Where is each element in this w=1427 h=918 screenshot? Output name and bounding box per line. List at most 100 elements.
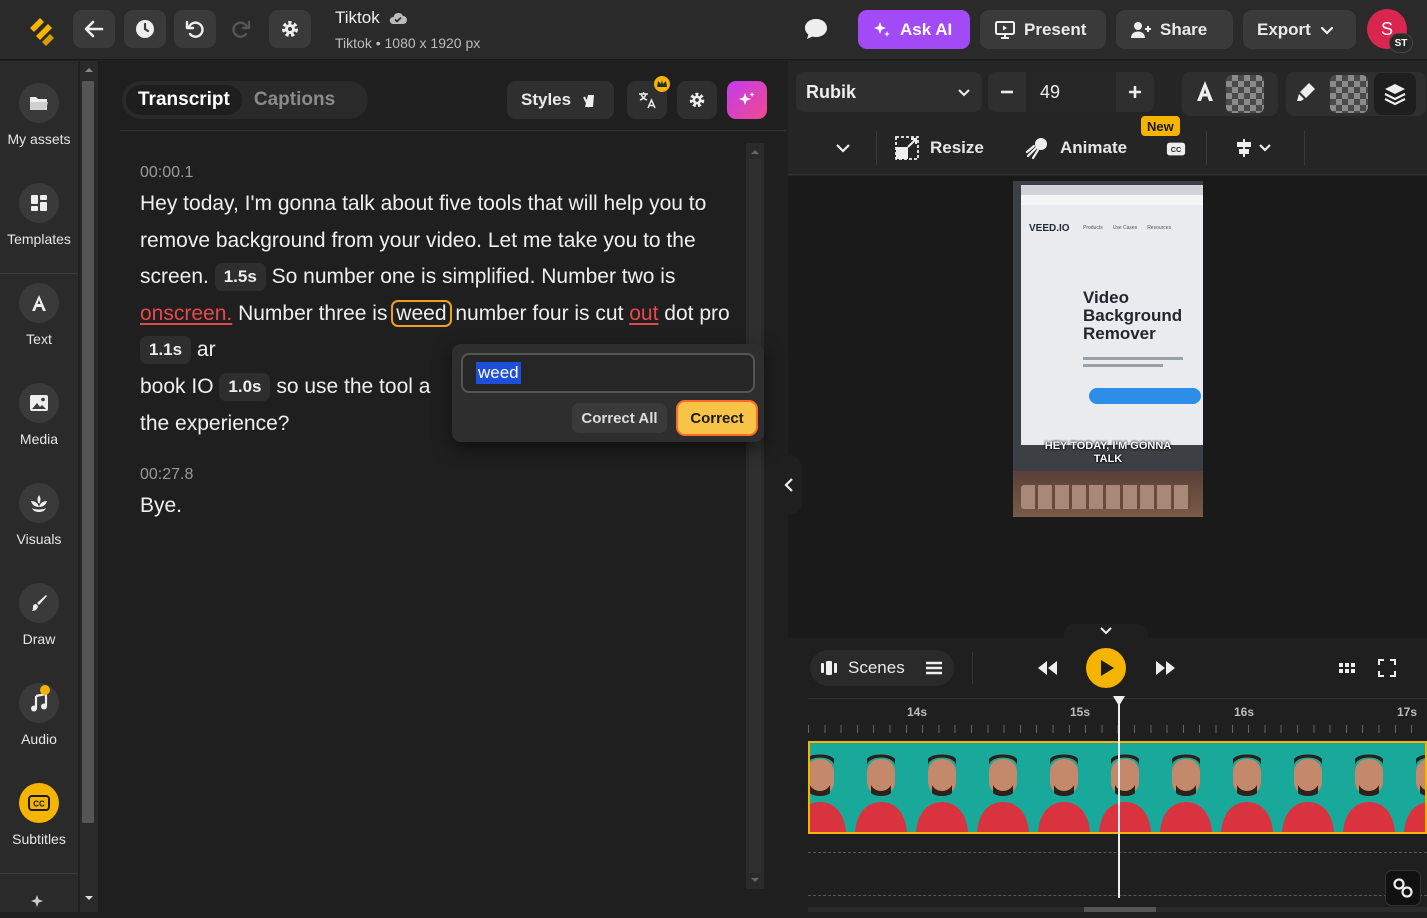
more-tools-icon[interactable]: [28, 891, 50, 918]
misspelled-word[interactable]: onscreen.: [140, 302, 232, 325]
chevron-down-icon: [1320, 26, 1333, 35]
top-bar: Tiktok Tiktok • 1080 x 1920 px Ask AI Pr…: [0, 0, 1427, 60]
present-button[interactable]: Present: [980, 10, 1106, 49]
collapse-panel-button[interactable]: [776, 455, 802, 515]
pause-badge[interactable]: 1.0s: [219, 372, 271, 401]
layers-icon: [1384, 84, 1406, 106]
captions-style-button[interactable]: CC: [1166, 141, 1186, 157]
font-size-input[interactable]: 49: [1026, 72, 1116, 112]
templates-icon: [31, 195, 47, 211]
video-frame-thumbnail: [969, 743, 1031, 832]
scroll-up-icon: [85, 68, 93, 72]
video-frame-thumbnail: [1091, 743, 1153, 832]
styles-button[interactable]: Styles: [507, 81, 614, 119]
more-options-button[interactable]: [834, 139, 852, 157]
link-tracks-button[interactable]: [1385, 870, 1421, 906]
brush-icon: [32, 595, 47, 611]
sidebar-scrollbar[interactable]: [80, 61, 98, 912]
sidebar-item-media[interactable]: Media: [0, 383, 78, 447]
correct-all-button[interactable]: Correct All: [572, 403, 667, 433]
align-button[interactable]: [1234, 138, 1276, 158]
settings-button[interactable]: [269, 10, 311, 48]
playhead[interactable]: [1113, 696, 1125, 898]
misspelled-word[interactable]: out: [629, 302, 658, 325]
rewind-button[interactable]: [1036, 658, 1058, 683]
grid-view-button[interactable]: [1338, 660, 1356, 681]
text-color-icon[interactable]: [1190, 78, 1220, 111]
sidebar-item-templates[interactable]: Templates: [0, 183, 78, 247]
left-sidebar: My assets Templates Text Media Visuals D…: [0, 61, 78, 912]
undo-button[interactable]: [174, 10, 216, 48]
veed-logo-icon[interactable]: [26, 14, 58, 46]
rewind-icon: [1038, 661, 1057, 675]
sidebar-item-text[interactable]: Text: [0, 283, 78, 347]
font-family-select[interactable]: Rubik: [796, 72, 982, 112]
back-button[interactable]: [73, 10, 115, 48]
selected-word[interactable]: weed: [391, 299, 452, 327]
ai-magic-button[interactable]: [727, 81, 767, 119]
segment-timestamp[interactable]: 00:27.8: [140, 466, 193, 484]
video-preview[interactable]: VEED.IO Products Use Cases Resources Vid…: [1013, 181, 1203, 517]
text-color-group: [1182, 72, 1278, 116]
grid-icon: [1339, 663, 1355, 673]
svg-text:CC: CC: [1171, 145, 1182, 154]
increase-size-button[interactable]: [1116, 84, 1154, 100]
time-tick: 14s: [907, 705, 928, 719]
fast-forward-button[interactable]: [1155, 658, 1177, 683]
highlight-color-swatch[interactable]: [1330, 75, 1368, 113]
share-button[interactable]: Share: [1116, 10, 1233, 49]
transcript-scrollbar[interactable]: [746, 143, 764, 889]
palette-icon: [583, 95, 595, 108]
site-logo: VEED.IO: [1029, 223, 1070, 234]
resize-button[interactable]: Resize: [894, 135, 984, 161]
project-title[interactable]: Tiktok: [335, 8, 408, 28]
decrease-size-button[interactable]: [988, 84, 1026, 100]
segment-text[interactable]: Bye.: [140, 488, 730, 525]
transcript-settings-button[interactable]: [677, 81, 717, 119]
correct-button[interactable]: Correct: [676, 400, 758, 436]
sidebar-item-draw[interactable]: Draw: [0, 583, 78, 647]
text-color-swatch[interactable]: [1226, 75, 1264, 113]
pause-badge[interactable]: 1.5s: [214, 263, 266, 292]
tab-transcript[interactable]: Transcript: [126, 85, 242, 115]
cc-icon: CC: [1166, 142, 1186, 156]
history-button[interactable]: [124, 10, 166, 48]
gear-icon: [689, 92, 705, 108]
fullscreen-button[interactable]: [1378, 659, 1396, 682]
transcript-panel: Transcript Captions Styles 00:00.1 Hey t…: [100, 61, 786, 912]
layers-button[interactable]: [1374, 73, 1416, 115]
animate-button[interactable]: Animate: [1024, 135, 1127, 161]
redo-button[interactable]: [220, 10, 262, 48]
comments-icon[interactable]: [803, 17, 829, 46]
collapse-timeline-button[interactable]: [1064, 624, 1148, 638]
align-icon: [1237, 139, 1271, 157]
minus-icon: [1001, 90, 1013, 94]
chevron-down-icon: [836, 144, 850, 153]
chevron-down-icon: [1100, 627, 1112, 635]
add-user-icon: [1131, 21, 1151, 38]
word-correction-popup: weed Correct All Correct: [452, 344, 764, 442]
editor-panel: Rubik 49 Resize Animate CC New VEED.IO P…: [788, 61, 1427, 912]
sidebar-item-subtitles[interactable]: CC Subtitles: [0, 783, 78, 847]
sidebar-item-my-assets[interactable]: My assets: [0, 83, 78, 147]
laptop-keyboard: [1013, 471, 1203, 517]
video-caption[interactable]: HEY TODAY, I'M GONNA TALK: [1013, 440, 1203, 466]
timeline-scrollbar[interactable]: [808, 907, 1427, 912]
highlighter-icon[interactable]: [1294, 80, 1324, 109]
user-avatar[interactable]: S ST: [1367, 9, 1413, 53]
pause-badge[interactable]: 1.1s: [140, 336, 192, 365]
scenes-toggle[interactable]: Scenes: [810, 650, 954, 686]
export-button[interactable]: Export: [1243, 10, 1356, 49]
ask-ai-button[interactable]: Ask AI: [858, 10, 970, 49]
sidebar-item-visuals[interactable]: Visuals: [0, 483, 78, 547]
play-button[interactable]: [1086, 648, 1126, 688]
tab-captions[interactable]: Captions: [242, 85, 347, 115]
arrow-left-icon: [84, 20, 104, 38]
notification-dot: [40, 685, 50, 695]
scroll-down-icon: [751, 878, 759, 882]
segment-timestamp[interactable]: 00:00.1: [140, 164, 193, 182]
text-style-toolbar: Rubik 49: [790, 61, 1427, 121]
canvas-area[interactable]: VEED.IO Products Use Cases Resources Vid…: [788, 176, 1427, 638]
sidebar-item-audio[interactable]: Audio: [0, 683, 78, 747]
list-icon: [925, 661, 942, 675]
